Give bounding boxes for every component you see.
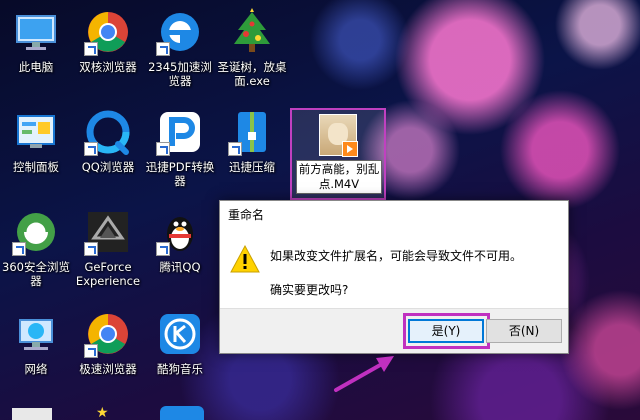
kugou-icon <box>156 310 204 358</box>
desktop-icon-label: 迅捷PDF转换器 <box>145 160 215 188</box>
desktop-icon-geforce[interactable]: GeForce Experience <box>72 208 144 288</box>
shortcut-arrow-icon <box>12 242 26 256</box>
chrome-like-browser-icon <box>84 8 132 56</box>
shortcut-arrow-icon <box>156 142 170 156</box>
dialog-question: 确实要更改吗? <box>270 283 349 297</box>
yes-button[interactable]: 是(Y) <box>408 319 484 343</box>
network-icon <box>12 310 60 358</box>
desktop-icon-speed-browser[interactable]: 极速浏览器 <box>72 310 144 376</box>
partial-desktop-icon <box>160 406 204 420</box>
desktop-icon-label: QQ浏览器 <box>81 160 135 174</box>
dialog-footer: 是(Y) 否(N) <box>220 308 568 353</box>
shortcut-arrow-icon <box>84 242 98 256</box>
desktop-icon-label: 双核浏览器 <box>79 60 137 74</box>
christmas-tree-icon <box>228 8 276 56</box>
desktop-icon-tencent-qq[interactable]: 腾讯QQ <box>144 208 216 274</box>
dialog-title: 重命名 <box>228 208 265 222</box>
360-browser-icon <box>12 208 60 256</box>
desktop-icon-360-browser[interactable]: 360安全浏览器 <box>0 208 72 288</box>
dialog-body: 如果改变文件扩展名，可能会导致文件不可用。 确实要更改吗? <box>220 229 568 309</box>
desktop-icon-pdf-converter[interactable]: 迅捷PDF转换器 <box>144 108 216 188</box>
control-panel-icon <box>12 108 60 156</box>
desktop-icon-label: 迅捷压缩 <box>229 160 275 174</box>
computer-icon <box>12 8 60 56</box>
desktop-icon-network[interactable]: 网络 <box>0 310 72 376</box>
desktop-icon-this-pc[interactable]: 此电脑 <box>0 8 72 74</box>
qq-browser-icon <box>84 108 132 156</box>
rename-dialog: 重命名 如果改变文件扩展名，可能会导致文件不可用。 确实要更改吗? 是(Y) 否… <box>219 200 569 354</box>
desktop-icon-label: GeForce Experience <box>75 260 141 288</box>
desktop-icon-label: 2345加速浏览器 <box>148 60 212 88</box>
desktop-icon-zip[interactable]: 迅捷压缩 <box>216 108 288 174</box>
no-button[interactable]: 否(N) <box>486 319 562 343</box>
zip-icon <box>228 108 276 156</box>
desktop-icon-label: 控制面板 <box>13 160 59 174</box>
desktop-icon-control-panel[interactable]: 控制面板 <box>0 108 72 174</box>
desktop-icon-qq-browser[interactable]: QQ浏览器 <box>72 108 144 174</box>
qq-penguin-icon <box>156 208 204 256</box>
desktop-icon-label: 极速浏览器 <box>79 362 137 376</box>
shortcut-arrow-icon <box>156 42 170 56</box>
chrome-browser-icon <box>84 310 132 358</box>
geforce-icon <box>84 208 132 256</box>
desktop-icon-christmas-tree[interactable]: 圣诞树，放桌面.exe <box>216 8 288 88</box>
warning-icon <box>230 244 260 277</box>
play-badge-icon <box>342 141 358 157</box>
desktop-icon-kugou[interactable]: 酷狗音乐 <box>144 310 216 376</box>
desktop-icon-label: 网络 <box>24 362 48 376</box>
desktop-icon-label: 腾讯QQ <box>159 260 201 274</box>
desktop-icon-dual-core-browser[interactable]: 双核浏览器 <box>72 8 144 74</box>
pdf-converter-icon <box>156 108 204 156</box>
video-thumbnail-icon <box>319 114 358 157</box>
desktop-icon-2345-browser[interactable]: 2345加速浏览器 <box>144 8 216 88</box>
shortcut-arrow-icon <box>84 42 98 56</box>
star-icon: ★ <box>96 405 109 420</box>
desktop-icon-label: 酷狗音乐 <box>157 362 203 376</box>
dialog-message: 如果改变文件扩展名，可能会导致文件不可用。 <box>270 249 523 263</box>
desktop-icon-label: 360安全浏览器 <box>2 260 70 288</box>
desktop-icon-label: 此电脑 <box>18 60 54 74</box>
selected-video-file[interactable]: 前方高能，别乱点.M4V <box>290 108 386 200</box>
annotation-arrow-icon <box>330 348 400 402</box>
rename-text-field[interactable]: 前方高能，别乱点.M4V <box>296 160 382 194</box>
shortcut-arrow-icon <box>156 242 170 256</box>
desktop: 此电脑 双核浏览器 2345加速浏览器 圣诞树，放桌面.exe 控制面板 QQ浏… <box>0 0 640 420</box>
shortcut-arrow-icon <box>84 344 98 358</box>
shortcut-arrow-icon <box>84 142 98 156</box>
shortcut-arrow-icon <box>228 142 242 156</box>
desktop-icon-label: 圣诞树，放桌面.exe <box>217 60 287 88</box>
partial-desktop-icon <box>12 408 52 420</box>
ie-like-browser-icon <box>156 8 204 56</box>
